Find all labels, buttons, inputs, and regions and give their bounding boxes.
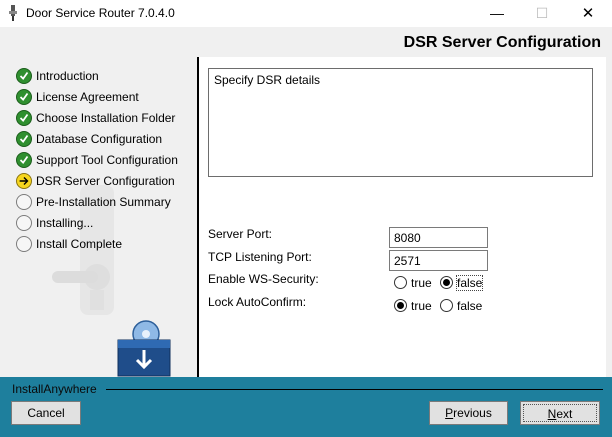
- footer-bar: InstallAnywhere Cancel Previous Next: [0, 377, 612, 437]
- installer-window: Door Service Router 7.0.4.0 — ☐ ✕ DSR Se…: [0, 0, 612, 437]
- previous-button[interactable]: Previous: [429, 401, 508, 425]
- radio-label: true: [411, 299, 432, 313]
- empty-circle-icon: [16, 215, 32, 231]
- lock-autoconfirm-label: Lock AutoConfirm:: [208, 295, 307, 309]
- check-icon: [16, 89, 32, 105]
- page-title: DSR Server Configuration: [403, 34, 601, 51]
- installer-box-icon: [117, 320, 171, 377]
- next-button[interactable]: Next: [520, 401, 600, 425]
- next-focus-ring: Next: [523, 404, 597, 422]
- step-label: Installing...: [36, 216, 94, 230]
- title-bar: Door Service Router 7.0.4.0 — ☐ ✕: [0, 0, 612, 27]
- check-icon: [16, 110, 32, 126]
- empty-circle-icon: [16, 194, 32, 210]
- radio-circle-icon: [440, 299, 453, 312]
- ws-security-label: Enable WS-Security:: [208, 272, 319, 286]
- window-title: Door Service Router 7.0.4.0: [26, 6, 175, 20]
- step-label: Pre-Installation Summary: [36, 195, 171, 209]
- step-label: DSR Server Configuration: [36, 174, 175, 188]
- step-label: Introduction: [36, 69, 99, 83]
- ws-security-true-radio[interactable]: true: [394, 275, 434, 291]
- server-port-input[interactable]: [389, 227, 488, 248]
- server-port-label: Server Port:: [208, 227, 273, 241]
- lock-autoconfirm-false-radio[interactable]: false: [440, 298, 488, 314]
- minimize-button[interactable]: —: [474, 0, 520, 27]
- cancel-button-label: Cancel: [27, 406, 65, 420]
- door-lock-icon: [9, 5, 17, 21]
- radio-label: false: [455, 275, 484, 291]
- step-label: License Agreement: [36, 90, 139, 104]
- footer-divider: [106, 389, 603, 390]
- radio-checked-icon: [440, 276, 453, 289]
- step-label: Database Configuration: [36, 132, 163, 146]
- step-label: Choose Installation Folder: [36, 111, 176, 125]
- check-icon: [16, 152, 32, 168]
- description-box: Specify DSR details: [208, 68, 593, 177]
- radio-label: false: [457, 299, 483, 313]
- maximize-button[interactable]: ☐: [519, 0, 565, 27]
- lock-autoconfirm-true-radio[interactable]: true: [394, 298, 434, 314]
- close-button[interactable]: ✕: [565, 0, 611, 27]
- next-button-label: Next: [547, 407, 573, 421]
- brand-label: InstallAnywhere: [12, 382, 97, 396]
- cancel-button[interactable]: Cancel: [11, 401, 81, 425]
- step-label: Support Tool Configuration: [36, 153, 178, 167]
- empty-circle-icon: [16, 236, 32, 252]
- ws-security-false-radio[interactable]: false: [440, 275, 488, 291]
- check-icon: [16, 68, 32, 84]
- radio-checked-icon: [394, 299, 407, 312]
- step-label: Install Complete: [36, 237, 123, 251]
- content-panel: Specify DSR details Server Port: TCP Lis…: [197, 57, 606, 377]
- radio-circle-icon: [394, 276, 407, 289]
- radio-label: true: [411, 276, 432, 290]
- previous-button-label: Previous: [445, 406, 492, 420]
- arrow-right-icon: [16, 173, 32, 189]
- check-icon: [16, 131, 32, 147]
- tcp-listening-port-label: TCP Listening Port:: [208, 250, 312, 264]
- tcp-listening-port-input[interactable]: [389, 250, 488, 271]
